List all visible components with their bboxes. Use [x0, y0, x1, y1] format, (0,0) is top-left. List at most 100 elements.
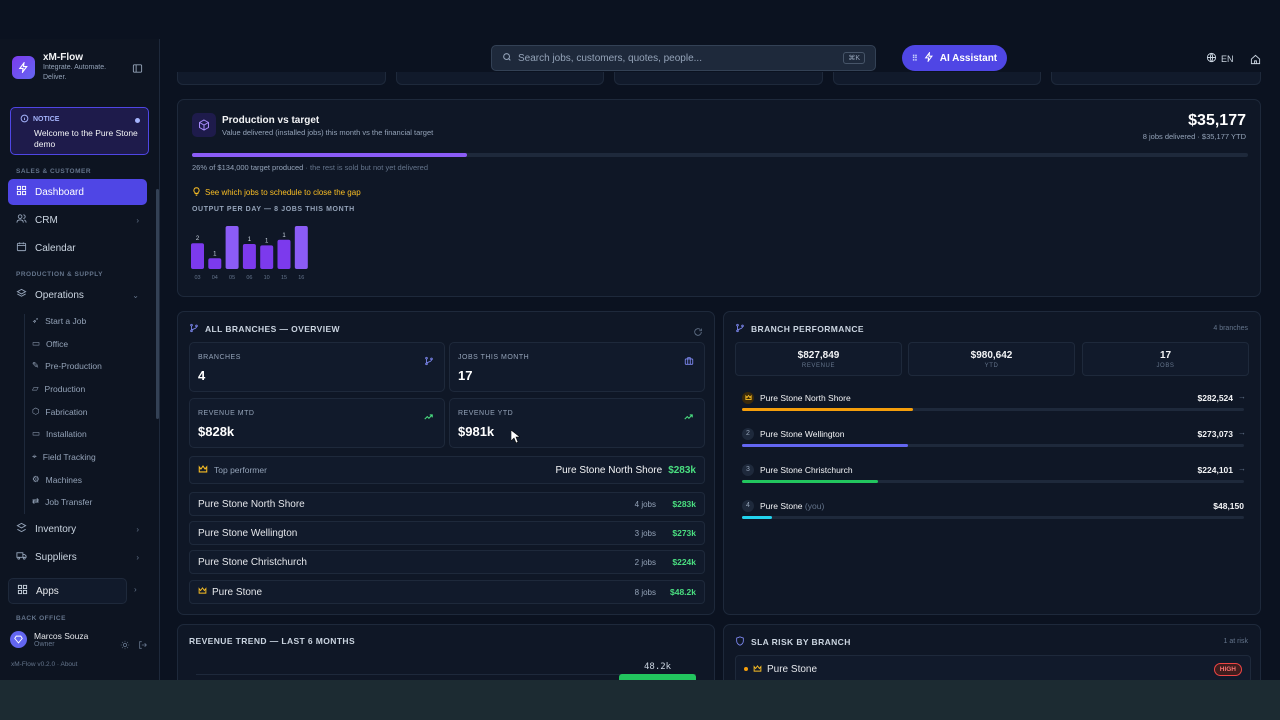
calendar-icon: [16, 241, 27, 255]
refresh-icon[interactable]: [693, 324, 703, 342]
notice-banner[interactable]: NOTICE Welcome to the Pure Stone demo: [10, 107, 149, 155]
kpi-card: [1051, 72, 1261, 85]
status-dot: [744, 667, 748, 671]
branch-row[interactable]: 3 Pure Stone Christchurch $224,101 →: [735, 460, 1251, 492]
production-meta: 8 jobs delivered · $35,177 YTD: [1142, 132, 1246, 141]
chart-data-label: 2: [196, 236, 200, 242]
grid-icon: [16, 185, 27, 199]
nav-inventory[interactable]: Inventory ›: [8, 516, 147, 542]
top-performer-value: $283k: [668, 464, 696, 476]
sla-row[interactable]: Pure Stone HIGH: [735, 655, 1251, 683]
chevron-right-icon: ›: [136, 524, 139, 534]
git-branch-icon: [424, 353, 434, 371]
arrow-right-icon: →: [1238, 428, 1246, 437]
nav-dashboard[interactable]: Dashboard: [8, 179, 147, 205]
branch-row[interactable]: 4 Pure Stone (you) $48,150: [735, 496, 1251, 528]
user-profile[interactable]: Marcos Souza Owner: [10, 631, 88, 648]
schedule-link[interactable]: See which jobs to schedule to close the …: [192, 187, 361, 198]
sub-pre-production[interactable]: ✎ Pre-Production: [32, 360, 102, 371]
app-tagline: Integrate. Automate. Deliver.: [43, 64, 107, 81]
branch-share-bar: [742, 480, 878, 483]
sidebar-collapse-icon[interactable]: [132, 61, 144, 73]
sub-job-transfer[interactable]: ⇄ Job Transfer: [32, 496, 92, 507]
mouse-cursor-icon: [510, 429, 521, 448]
lang-label: EN: [1221, 53, 1234, 64]
avatar: [10, 631, 27, 648]
chart-data-label: 1: [248, 237, 252, 243]
sidebar-scrollbar[interactable]: [156, 189, 159, 419]
chart-tick-label: 15: [281, 275, 287, 281]
search-icon: [502, 49, 512, 67]
sub-production[interactable]: ▱ Production: [32, 383, 85, 394]
shield-icon: [735, 636, 745, 648]
chevron-right-icon: ›: [134, 585, 137, 594]
crown-icon: [198, 586, 207, 598]
sub-machines[interactable]: ⚙ Machines: [32, 474, 82, 485]
section-sales: SALES & CUSTOMER: [16, 168, 92, 175]
trending-up-icon: [683, 409, 694, 427]
table-row[interactable]: Pure Stone Wellington 3 jobs $273k: [189, 521, 705, 545]
top-performer: Top performer Pure Stone North Shore $28…: [189, 456, 705, 484]
stat-jobs-month: JOBS THIS MONTH 17: [449, 342, 705, 392]
output-chart-title: OUTPUT PER DAY — 8 JOBS THIS MONTH: [192, 206, 355, 213]
truck-icon: [16, 550, 27, 564]
sub-field-tracking[interactable]: ⌖ Field Tracking: [32, 451, 96, 462]
table-row[interactable]: Pure Stone North Shore 4 jobs $283k: [189, 492, 705, 516]
chevron-down-icon: ⌄: [132, 290, 139, 300]
sub-start-job[interactable]: ➶ Start a Job: [32, 315, 86, 326]
stack-icon: [16, 522, 27, 536]
sub-fabrication[interactable]: ⬡ Fabrication: [32, 406, 87, 417]
revenue-trend-title: REVENUE TREND — LAST 6 MONTHS: [189, 636, 356, 646]
chart-tick-label: 16: [298, 275, 304, 281]
sub-office[interactable]: ▭ Office: [32, 338, 68, 349]
briefcase-icon: [684, 353, 694, 371]
branches-overview-card: ALL BRANCHES — OVERVIEW BRANCHES 4 JOBS …: [177, 311, 715, 615]
notice-dot: [135, 118, 140, 123]
table-row[interactable]: Pure Stone 8 jobs $48.2k: [189, 580, 705, 604]
factory-icon: ▱: [32, 383, 39, 393]
branch-performance-card: BRANCH PERFORMANCE 4 branches $827,849 R…: [723, 311, 1261, 615]
branch-row[interactable]: Pure Stone North Shore $282,524 →: [735, 388, 1251, 420]
branch-count: 4 branches: [1213, 325, 1248, 332]
arrow-right-icon: →: [1238, 464, 1246, 473]
pencil-icon: ✎: [32, 360, 40, 370]
top-performer-name: Pure Stone North Shore: [555, 464, 663, 476]
nav-operations[interactable]: Operations ⌄: [8, 282, 147, 308]
notice-text: Welcome to the Pure Stone demo: [34, 128, 138, 149]
chart-tick-label: 06: [246, 275, 252, 281]
sub-installation[interactable]: ▭ Installation: [32, 428, 87, 439]
ai-assistant-button[interactable]: ⠿ AI Assistant: [902, 45, 1007, 71]
sun-icon[interactable]: [120, 637, 130, 655]
logout-icon[interactable]: [138, 637, 148, 655]
nav-calendar[interactable]: Calendar: [8, 235, 147, 261]
version-link[interactable]: xM-Flow v0.2.0 · About: [11, 661, 77, 668]
bottom-strip: [0, 680, 1280, 720]
chart-bar: [294, 226, 308, 269]
trend-last-value: 48.2k: [644, 662, 672, 672]
kpi-card: [614, 72, 823, 85]
crown-icon: [742, 392, 754, 404]
home-icon[interactable]: [1250, 52, 1261, 70]
branch-row[interactable]: 2 Pure Stone Wellington $273,073 →: [735, 424, 1251, 456]
section-back-office: BACK OFFICE: [16, 615, 66, 622]
crown-icon: [198, 461, 208, 479]
notice-tag: NOTICE: [33, 116, 60, 123]
brand[interactable]: xM-Flow Integrate. Automate. Deliver.: [12, 52, 118, 83]
crown-icon: [753, 660, 762, 678]
search-input[interactable]: [518, 52, 838, 64]
search-bar[interactable]: ⌘K: [491, 45, 876, 71]
production-title: Production vs target: [222, 115, 320, 126]
map-pin-icon: ⌖: [32, 451, 37, 461]
nav-crm[interactable]: CRM ›: [8, 207, 147, 233]
table-row[interactable]: Pure Stone Christchurch 2 jobs $224k: [189, 550, 705, 574]
truck-icon: ▭: [32, 428, 41, 438]
language-switcher[interactable]: EN: [1206, 52, 1234, 65]
nav-apps[interactable]: Apps: [8, 578, 127, 604]
layers-icon: [16, 288, 27, 302]
branches-title: ALL BRANCHES — OVERVIEW: [205, 324, 340, 334]
chart-bar: [260, 245, 274, 269]
nav-suppliers[interactable]: Suppliers ›: [8, 544, 147, 570]
nav-label: Inventory: [35, 523, 77, 535]
status-badge: HIGH: [1213, 662, 1242, 676]
git-branch-icon: [189, 323, 199, 335]
